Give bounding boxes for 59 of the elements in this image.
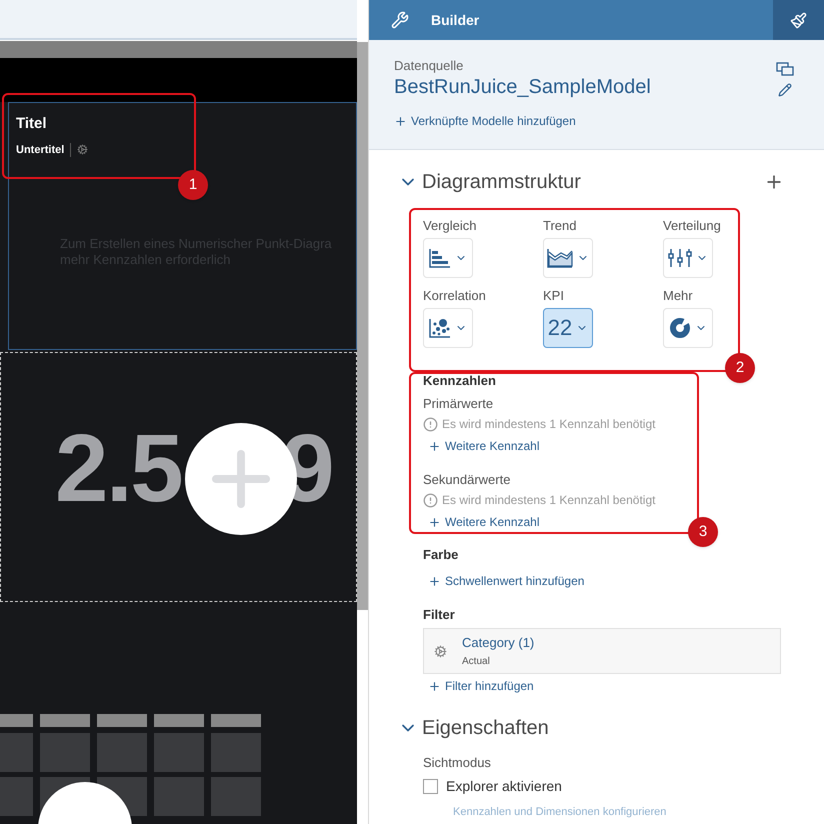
data-source-label: Datenquelle <box>394 58 464 74</box>
annotation-badge: 3 <box>688 517 718 547</box>
warning-message: Es wird mindestens 1 Kennzahl benötigt <box>442 416 656 432</box>
setting-label: Sichtmodus <box>423 755 491 771</box>
plus-icon <box>428 516 441 529</box>
chart-type-button[interactable]: 22 <box>543 308 593 348</box>
chart-type-label: Vergleich <box>423 218 476 234</box>
plus-icon <box>394 115 407 128</box>
section-title: Diagrammstruktur <box>422 170 582 195</box>
kpi-number-icon: 22 <box>548 317 572 339</box>
filter-name: Category (1) <box>462 634 534 652</box>
chart-type-button[interactable] <box>663 308 713 348</box>
add-link[interactable]: Schwellenwert hinzufügen <box>428 574 584 589</box>
add-link[interactable]: Filter hinzufügen <box>428 679 534 694</box>
warning-icon <box>423 416 438 432</box>
model-name[interactable]: BestRunJuice_SampleModel <box>394 74 651 100</box>
area-chart-icon <box>547 248 573 268</box>
chart-type-label: KPI <box>543 288 564 304</box>
add-link[interactable]: Verknüpfte Modelle hinzufügen <box>394 114 576 129</box>
tile-subtitle: Untertitel <box>16 142 64 158</box>
chart-type-label: Verteilung <box>663 218 721 234</box>
tile-title: Titel <box>16 114 48 134</box>
warning-icon <box>423 492 438 508</box>
add-link[interactable]: Weitere Kennzahl <box>428 439 540 454</box>
edit-icon[interactable] <box>778 83 792 97</box>
subsection-title: Filter <box>423 607 455 623</box>
plus-icon <box>428 575 441 588</box>
chart-type-label: Mehr <box>663 288 693 304</box>
kpi-value: 2.5 <box>55 421 182 517</box>
cog-icon <box>434 644 447 658</box>
filter-chip[interactable]: Category (1) Actual <box>423 628 781 674</box>
filter-value: Actual <box>462 655 491 670</box>
section-title: Eigenschaften <box>422 716 549 741</box>
checkbox[interactable] <box>423 778 438 794</box>
subsection-title: Kennzahlen <box>423 373 496 389</box>
chart-type-button[interactable] <box>423 308 473 348</box>
panel-title: Builder <box>431 10 480 30</box>
donut-chart-icon <box>669 317 691 339</box>
tools-icon <box>391 11 409 29</box>
paintbrush-icon <box>790 12 807 28</box>
scatter-chart-icon <box>429 318 451 338</box>
chart-type-label: Korrelation <box>423 288 486 304</box>
measure-group-label: Primärwerte <box>423 396 494 412</box>
bar-chart-icon <box>429 248 451 268</box>
add-link[interactable]: Weitere Kennzahl <box>428 515 540 530</box>
warning-message: Es wird mindestens 1 Kennzahl benötigt <box>442 492 656 508</box>
annotation-badge: 2 <box>725 353 755 383</box>
subsection-title: Farbe <box>423 547 458 563</box>
measure-group-label: Sekundärwerte <box>423 472 510 488</box>
box-plot-icon <box>668 248 692 268</box>
plus-icon <box>428 680 441 693</box>
chart-type-button[interactable] <box>543 238 593 278</box>
chart-type-button[interactable] <box>663 238 713 278</box>
plus-icon <box>428 440 441 453</box>
cog-icon <box>77 144 88 156</box>
chart-type-button[interactable] <box>423 238 473 278</box>
checkbox-label: Explorer aktivieren <box>446 777 562 795</box>
styling-tab-button[interactable] <box>773 0 824 40</box>
chart-type-label: Trend <box>543 218 576 234</box>
